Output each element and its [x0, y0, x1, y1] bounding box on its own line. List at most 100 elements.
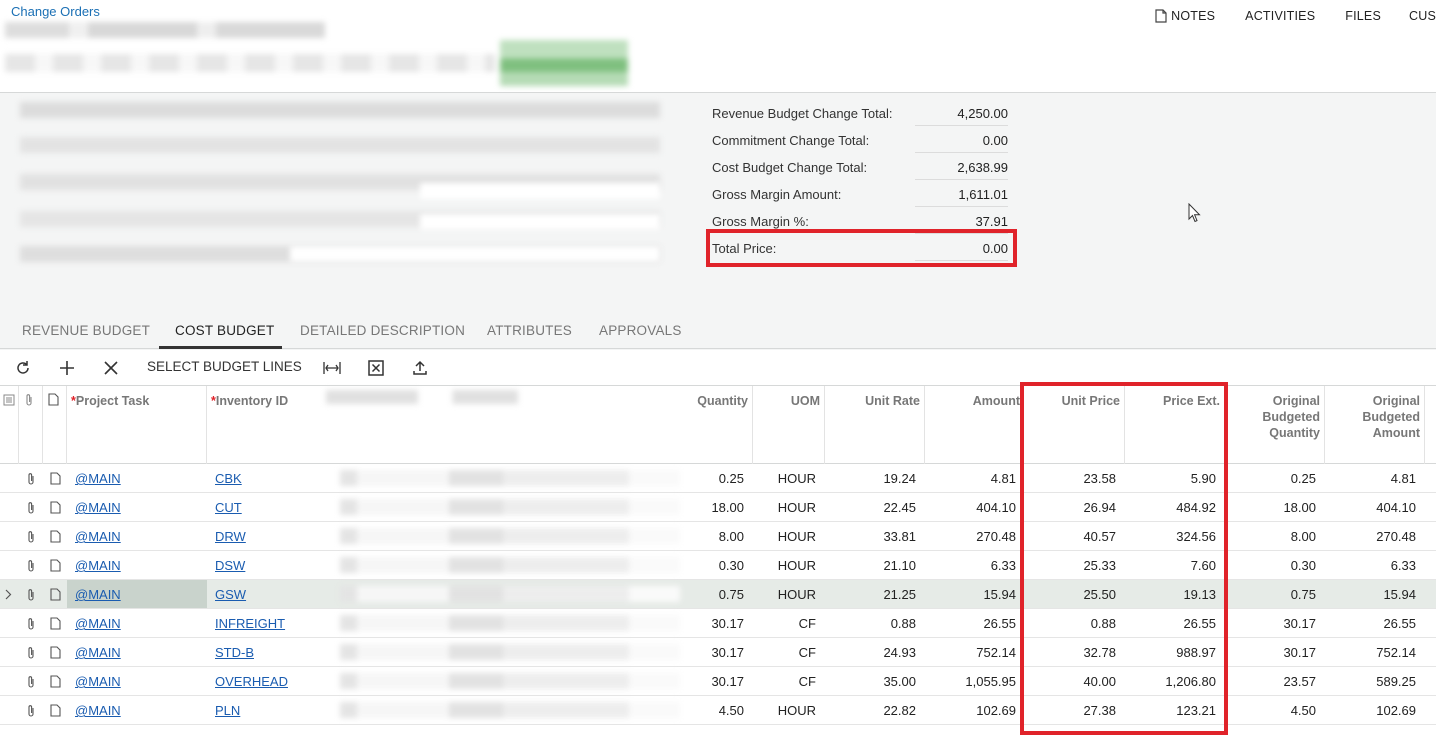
project-task-link[interactable]: @MAIN: [75, 529, 121, 544]
project-task-link[interactable]: @MAIN: [75, 645, 121, 660]
note-icon[interactable]: [50, 530, 61, 543]
amount-cell[interactable]: 15.94: [926, 587, 1016, 602]
original-budgeted-quantity-cell[interactable]: 4.50: [1226, 703, 1316, 718]
quantity-cell[interactable]: 30.17: [680, 616, 744, 631]
attachment-icon[interactable]: [26, 530, 36, 544]
delete-row-icon[interactable]: [104, 361, 118, 375]
original-budgeted-quantity-cell[interactable]: 8.00: [1226, 529, 1316, 544]
project-task-link[interactable]: @MAIN: [75, 674, 121, 689]
original-budgeted-amount-cell[interactable]: 752.14: [1326, 645, 1416, 660]
project-task-link[interactable]: @MAIN: [75, 558, 121, 573]
select-budget-lines-button[interactable]: SELECT BUDGET LINES: [147, 359, 302, 374]
fit-columns-icon[interactable]: [323, 361, 341, 375]
column-header-original-budgeted-amount[interactable]: Original Budgeted Amount: [1330, 393, 1420, 441]
original-budgeted-quantity-cell[interactable]: 0.25: [1226, 471, 1316, 486]
inventory-id-link[interactable]: OVERHEAD: [215, 674, 288, 689]
original-budgeted-amount-cell[interactable]: 26.55: [1326, 616, 1416, 631]
original-budgeted-quantity-cell[interactable]: 30.17: [1226, 645, 1316, 660]
tab-detailed-description[interactable]: DETAILED DESCRIPTION: [300, 323, 465, 338]
amount-cell[interactable]: 404.10: [926, 500, 1016, 515]
project-task-link[interactable]: @MAIN: [75, 471, 121, 486]
original-budgeted-amount-cell[interactable]: 270.48: [1326, 529, 1416, 544]
export-excel-icon[interactable]: [368, 360, 384, 376]
column-header-unit-rate[interactable]: Unit Rate: [830, 393, 920, 409]
original-budgeted-amount-cell[interactable]: 404.10: [1326, 500, 1416, 515]
tab-approvals[interactable]: APPROVALS: [599, 323, 682, 338]
uom-cell[interactable]: CF: [756, 645, 816, 660]
amount-cell[interactable]: 6.33: [926, 558, 1016, 573]
original-budgeted-amount-cell[interactable]: 102.69: [1326, 703, 1416, 718]
unit-rate-cell[interactable]: 22.45: [826, 500, 916, 515]
unit-rate-cell[interactable]: 21.25: [826, 587, 916, 602]
amount-cell[interactable]: 270.48: [926, 529, 1016, 544]
quantity-cell[interactable]: 0.75: [680, 587, 744, 602]
note-icon[interactable]: [50, 646, 61, 659]
uom-cell[interactable]: HOUR: [756, 558, 816, 573]
note-icon[interactable]: [50, 588, 61, 601]
attachment-icon[interactable]: [26, 559, 36, 573]
column-header-quantity[interactable]: Quantity: [680, 393, 748, 409]
customization-button[interactable]: CUS: [1409, 9, 1436, 23]
quantity-cell[interactable]: 0.25: [680, 471, 744, 486]
original-budgeted-quantity-cell[interactable]: 0.75: [1226, 587, 1316, 602]
project-task-link[interactable]: @MAIN: [75, 587, 121, 602]
notes-button[interactable]: NOTES: [1155, 9, 1215, 23]
uom-cell[interactable]: CF: [756, 616, 816, 631]
note-icon[interactable]: [50, 472, 61, 485]
original-budgeted-quantity-cell[interactable]: 18.00: [1226, 500, 1316, 515]
uom-cell[interactable]: HOUR: [756, 587, 816, 602]
note-icon[interactable]: [50, 704, 61, 717]
column-header-inventory-id[interactable]: *Inventory ID: [211, 393, 288, 409]
uom-cell[interactable]: HOUR: [756, 500, 816, 515]
project-task-link[interactable]: @MAIN: [75, 616, 121, 631]
unit-rate-cell[interactable]: 35.00: [826, 674, 916, 689]
amount-cell[interactable]: 102.69: [926, 703, 1016, 718]
unit-rate-cell[interactable]: 22.82: [826, 703, 916, 718]
inventory-id-link[interactable]: STD-B: [215, 645, 254, 660]
add-row-icon[interactable]: [59, 360, 75, 376]
attachment-icon[interactable]: [26, 675, 36, 689]
original-budgeted-amount-cell[interactable]: 589.25: [1326, 674, 1416, 689]
note-icon[interactable]: [50, 559, 61, 572]
attachment-icon[interactable]: [26, 501, 36, 515]
column-header-amount[interactable]: Amount: [930, 393, 1020, 409]
original-budgeted-quantity-cell[interactable]: 23.57: [1226, 674, 1316, 689]
note-icon[interactable]: [50, 501, 61, 514]
original-budgeted-amount-cell[interactable]: 4.81: [1326, 471, 1416, 486]
inventory-id-link[interactable]: CBK: [215, 471, 242, 486]
original-budgeted-quantity-cell[interactable]: 30.17: [1226, 616, 1316, 631]
project-task-link[interactable]: @MAIN: [75, 500, 121, 515]
attachment-icon[interactable]: [26, 617, 36, 631]
inventory-id-link[interactable]: PLN: [215, 703, 240, 718]
inventory-id-link[interactable]: INFREIGHT: [215, 616, 285, 631]
amount-cell[interactable]: 26.55: [926, 616, 1016, 631]
attachment-icon[interactable]: [26, 472, 36, 486]
files-button[interactable]: FILES: [1345, 9, 1381, 23]
uom-cell[interactable]: CF: [756, 674, 816, 689]
note-icon[interactable]: [50, 675, 61, 688]
tab-cost-budget[interactable]: COST BUDGET: [175, 323, 274, 338]
quantity-cell[interactable]: 8.00: [680, 529, 744, 544]
upload-icon[interactable]: [412, 360, 428, 376]
tab-attributes[interactable]: ATTRIBUTES: [487, 323, 572, 338]
quantity-cell[interactable]: 30.17: [680, 674, 744, 689]
column-header-uom[interactable]: UOM: [760, 393, 820, 409]
amount-cell[interactable]: 4.81: [926, 471, 1016, 486]
column-header-original-budgeted-quantity[interactable]: Original Budgeted Quantity: [1230, 393, 1320, 441]
uom-cell[interactable]: HOUR: [756, 529, 816, 544]
uom-cell[interactable]: HOUR: [756, 703, 816, 718]
tab-revenue-budget[interactable]: REVENUE BUDGET: [22, 323, 150, 338]
amount-cell[interactable]: 752.14: [926, 645, 1016, 660]
unit-rate-cell[interactable]: 0.88: [826, 616, 916, 631]
quantity-cell[interactable]: 30.17: [680, 645, 744, 660]
attachment-icon[interactable]: [26, 646, 36, 660]
attachment-icon[interactable]: [26, 588, 36, 602]
inventory-id-link[interactable]: CUT: [215, 500, 242, 515]
breadcrumb[interactable]: Change Orders: [11, 4, 100, 19]
uom-cell[interactable]: HOUR: [756, 471, 816, 486]
column-header-project-task[interactable]: *Project Task: [71, 393, 149, 409]
quantity-cell[interactable]: 4.50: [680, 703, 744, 718]
note-icon[interactable]: [50, 617, 61, 630]
unit-rate-cell[interactable]: 19.24: [826, 471, 916, 486]
inventory-id-link[interactable]: GSW: [215, 587, 246, 602]
